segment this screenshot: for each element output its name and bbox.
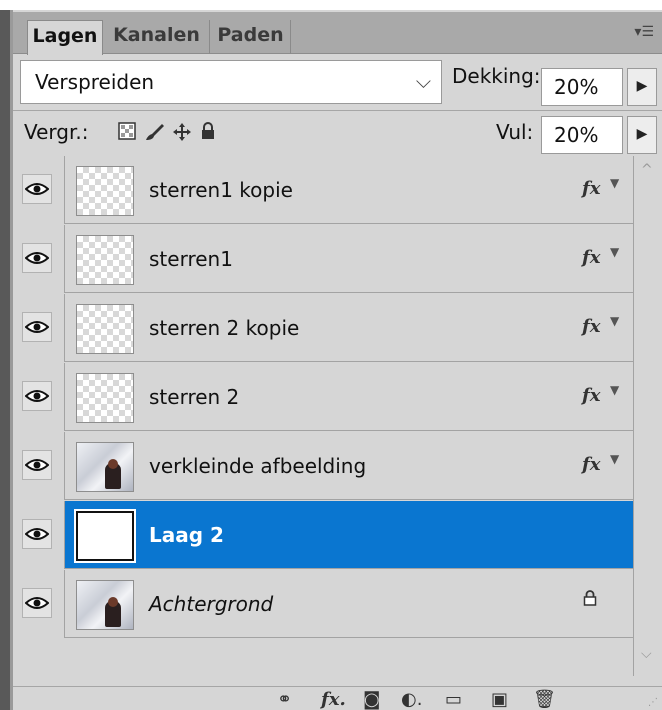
layer-name[interactable]: verkleinde afbeelding bbox=[149, 454, 366, 478]
visibility-toggle[interactable] bbox=[13, 432, 65, 500]
adjustment-icon[interactable]: ◐. bbox=[401, 689, 422, 710]
move-icon[interactable] bbox=[172, 122, 192, 147]
layer-thumbnail bbox=[76, 235, 134, 285]
opacity-input[interactable]: 20% bbox=[541, 68, 623, 106]
visibility-toggle[interactable] bbox=[13, 501, 65, 569]
expand-effects-arrow[interactable]: ▼ bbox=[610, 383, 619, 397]
fill-input[interactable]: 20% bbox=[541, 116, 623, 154]
tab-lagen[interactable]: Lagen bbox=[27, 20, 103, 55]
layer-name[interactable]: sterren 2 bbox=[149, 385, 239, 409]
fx-icon[interactable]: fx bbox=[582, 454, 600, 475]
resize-grip-icon[interactable]: ⋰ bbox=[648, 697, 658, 708]
divider bbox=[13, 110, 662, 111]
layer-row[interactable]: sterren1 kopie fx ▼ bbox=[13, 156, 633, 224]
lock-transparent-icon[interactable] bbox=[118, 122, 136, 145]
layer-row[interactable]: sterren 2 kopie fx ▼ bbox=[13, 294, 633, 362]
tab-paden[interactable]: Paden bbox=[211, 20, 291, 54]
link-icon[interactable]: ⚭ bbox=[277, 689, 292, 710]
layer-thumbnail bbox=[76, 580, 134, 630]
layer-thumbnail bbox=[76, 442, 134, 492]
scroll-up-icon[interactable]: ^ bbox=[641, 162, 653, 178]
fx-icon[interactable]: fx bbox=[582, 178, 600, 199]
lock-icon[interactable] bbox=[583, 590, 597, 610]
fill-value: 20% bbox=[554, 123, 599, 147]
visibility-toggle[interactable] bbox=[13, 363, 65, 431]
chevron-down-icon: ⌵ bbox=[415, 69, 431, 93]
expand-effects-arrow[interactable]: ▼ bbox=[610, 245, 619, 259]
fx-icon[interactable]: fx. bbox=[321, 689, 346, 710]
layer-name[interactable]: sterren1 kopie bbox=[149, 178, 293, 202]
fill-dropdown-button[interactable]: ▶ bbox=[627, 116, 657, 154]
panel-footer-toolbar: ⚭ fx. ◙ ◐. ▭ ▣ 🗑 ⋰ bbox=[13, 686, 662, 710]
layer-row[interactable]: verkleinde afbeelding fx ▼ bbox=[13, 432, 633, 500]
blend-mode-select[interactable]: Verspreiden ⌵ bbox=[20, 60, 442, 104]
visibility-toggle[interactable] bbox=[13, 294, 65, 362]
visibility-toggle[interactable] bbox=[13, 225, 65, 293]
layer-row[interactable]: sterren1 fx ▼ bbox=[13, 225, 633, 293]
brush-icon[interactable] bbox=[144, 122, 166, 147]
panel-left-edge bbox=[0, 10, 10, 710]
folder-icon[interactable]: ▭ bbox=[445, 689, 462, 710]
layer-row-selected[interactable]: Laag 2 bbox=[13, 501, 633, 569]
mask-icon[interactable]: ◙ bbox=[363, 689, 380, 710]
layers-scrollbar[interactable]: ^ ⌵ bbox=[633, 156, 662, 676]
layer-thumbnail bbox=[76, 373, 134, 423]
layer-name[interactable]: Laag 2 bbox=[149, 523, 224, 547]
opacity-dropdown-button[interactable]: ▶ bbox=[627, 68, 657, 106]
layer-name[interactable]: sterren1 bbox=[149, 247, 233, 271]
lock-icon[interactable] bbox=[200, 122, 216, 145]
scroll-down-icon[interactable]: ⌵ bbox=[641, 646, 652, 662]
panel-menu-icon[interactable]: ▾☰ bbox=[634, 24, 654, 40]
layer-row[interactable]: Achtergrond bbox=[13, 570, 633, 638]
visibility-toggle[interactable] bbox=[13, 570, 65, 638]
layer-name[interactable]: Achtergrond bbox=[149, 592, 273, 616]
opacity-value: 20% bbox=[554, 75, 599, 99]
opacity-label: Dekking: bbox=[452, 64, 541, 88]
blend-mode-value: Verspreiden bbox=[35, 70, 155, 94]
fx-icon[interactable]: fx bbox=[582, 316, 600, 337]
trash-icon[interactable]: 🗑 bbox=[533, 689, 556, 710]
lock-label: Vergr.: bbox=[24, 120, 89, 144]
new-layer-icon[interactable]: ▣ bbox=[491, 689, 508, 710]
expand-effects-arrow[interactable]: ▼ bbox=[610, 452, 619, 466]
layer-thumbnail bbox=[74, 509, 136, 563]
fill-label: Vul: bbox=[496, 120, 534, 144]
layer-thumbnail bbox=[76, 304, 134, 354]
fx-icon[interactable]: fx bbox=[582, 247, 600, 268]
panel-tab-bar: Lagen Kanalen Paden ▾☰ bbox=[13, 12, 662, 55]
fx-icon[interactable]: fx bbox=[582, 385, 600, 406]
layer-name[interactable]: sterren 2 kopie bbox=[149, 316, 299, 340]
layer-row[interactable]: sterren 2 fx ▼ bbox=[13, 363, 633, 431]
visibility-toggle[interactable] bbox=[13, 156, 65, 224]
expand-effects-arrow[interactable]: ▼ bbox=[610, 314, 619, 328]
tab-kanalen[interactable]: Kanalen bbox=[104, 20, 210, 54]
expand-effects-arrow[interactable]: ▼ bbox=[610, 176, 619, 190]
layer-thumbnail bbox=[76, 166, 134, 216]
